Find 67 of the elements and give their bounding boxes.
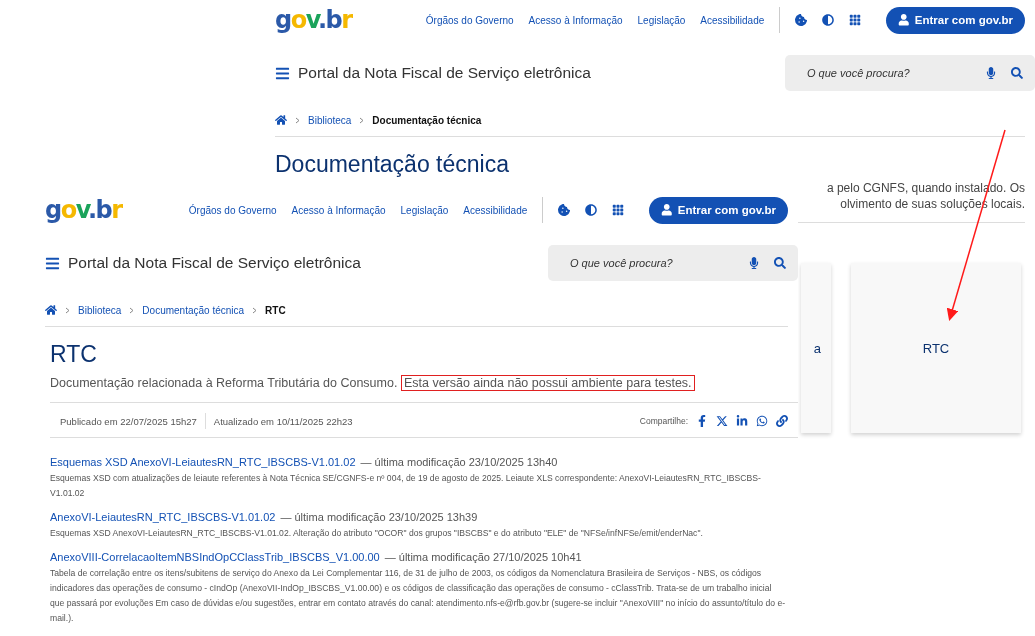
nav-link[interactable]: Órgãos do Governo — [425, 14, 514, 26]
home-icon[interactable] — [275, 114, 287, 126]
microphone-icon[interactable] — [985, 67, 997, 79]
user-icon — [661, 204, 673, 216]
nav-link[interactable]: Acessibilidade — [463, 204, 528, 216]
contrast-icon[interactable] — [822, 14, 835, 26]
search-bar[interactable]: O que você procura? — [785, 55, 1035, 91]
gov-logo: gov.br — [275, 6, 352, 34]
menu-icon[interactable] — [45, 255, 60, 271]
breadcrumb-item[interactable]: RTC — [265, 304, 286, 316]
search-icon[interactable] — [774, 257, 786, 269]
highlighted-note: Esta versão ainda não possui ambiente para testes. — [400, 375, 695, 391]
page-title: Documentação técnica — [275, 151, 510, 178]
contrast-icon[interactable] — [585, 204, 598, 216]
document-description: Esquemas XSD com atualizações de leiaute referentes à Nota Técnica SE/CGNFS-e nº 004, de 19 de agosto de 2025. Leiaute XLS correspondente: AnexoVI-LeiautesRN_RTC_IBSCBS-V1.01.02 — [50, 472, 762, 500]
document-link[interactable]: Esquemas XSD AnexoVI-LeiautesRN_RTC_IBSCBS-V1.01.02 — [50, 456, 356, 468]
modified-date: — última modificação 23/10/2025 13h39 — [280, 511, 478, 523]
breadcrumb-item[interactable]: Documentação técnica — [372, 114, 482, 126]
microphone-icon[interactable] — [748, 257, 760, 269]
document-link[interactable]: AnexoVIII-CorrelacaoItemNBSIndOpCClassTrib_IBSCBS_V1.00.00 — [50, 551, 380, 563]
updated-date: Atualizado em 10/11/2025 22h23 — [213, 415, 353, 427]
published-date: Publicado em 22/07/2025 15h27 — [60, 415, 197, 427]
whatsapp-icon[interactable] — [756, 415, 768, 427]
search-icon[interactable] — [1011, 67, 1023, 79]
link-icon[interactable] — [776, 415, 788, 427]
document-description: Esquemas XSD AnexoVI-LeiautesRN_RTC_IBSCBS-V1.01.02. Alteração do atributo "OCOR" dos grupos "IBSCBS" e do atributo "ELE" de "NFSe/infNFSe/emit/enderNac". — [50, 527, 704, 540]
page-title: RTC — [50, 341, 98, 368]
portal-title: Portal da Nota Fiscal de Serviço eletrônica — [298, 64, 591, 82]
grid-icon[interactable] — [612, 204, 625, 216]
x-icon[interactable] — [716, 415, 728, 427]
category-card[interactable]: RTC — [851, 263, 1021, 433]
modified-date: — última modificação 27/10/2025 10h41 — [384, 551, 582, 563]
breadcrumb-item[interactable]: Documentação técnica — [142, 304, 245, 316]
menu-icon[interactable] — [275, 65, 290, 81]
chevron-icon — [252, 306, 258, 314]
search-field[interactable]: O que você procura? — [568, 256, 734, 270]
login-button[interactable]: Entrar com gov.br — [649, 196, 788, 224]
user-icon — [898, 14, 910, 26]
nav-link[interactable]: Acessibilidade — [700, 14, 765, 26]
cookie-icon[interactable] — [558, 204, 571, 216]
chevron-icon — [65, 306, 70, 314]
login-button[interactable]: Entrar com gov.br — [886, 6, 1025, 34]
nav-link[interactable]: Acesso à Informação — [528, 14, 623, 26]
cookie-icon[interactable] — [795, 14, 808, 26]
chevron-icon — [295, 116, 300, 124]
nav-link[interactable]: Acesso à Informação — [291, 204, 386, 216]
nav-link[interactable]: Legislação — [400, 204, 449, 216]
nav-link[interactable]: Órgãos do Governo — [188, 204, 277, 216]
grid-icon[interactable] — [849, 14, 862, 26]
modified-date: — última modificação 23/10/2025 13h40 — [360, 456, 558, 468]
portal-title: Portal da Nota Fiscal de Serviço eletrônica — [68, 254, 361, 272]
nav-link[interactable]: Legislação — [637, 14, 686, 26]
breadcrumb-item[interactable]: Biblioteca — [308, 114, 352, 126]
document-description: Tabela de correlação entre os itens/subitens de serviço do Anexo da Lei Complementar 116, de 31 de julho de 2003, os códigos da Nomenclatura Brasileira de Serviços - NBS, os códigos indicadores das operações de consumo - cIndOp (AnexoVII-IndOp_IBSCBS_V1.00.00) e os códigos de classificação das operações de consumo - cClassTrib. Trata-se de um trabalho inicial que passará por evoluções Em caso de dúvidas e/ou sugestões, entrar em contato através do canal: atendimento.nfs-e@rfb.gov.br (sugere-se incluir "AnexoVIII" no início do assunto/título do e-mail.). — [50, 567, 787, 625]
home-icon[interactable] — [45, 304, 57, 316]
facebook-icon[interactable] — [696, 415, 708, 427]
category-card[interactable]: a — [801, 263, 831, 433]
linkedin-icon[interactable] — [736, 415, 748, 427]
share-label: Compartilhe: — [639, 416, 688, 426]
gov-logo: gov.br — [45, 196, 122, 224]
document-link[interactable]: AnexoVI-LeiautesRN_RTC_IBSCBS-V1.01.02 — [50, 511, 276, 523]
chevron-icon — [359, 116, 365, 124]
search-field[interactable]: O que você procura? — [805, 66, 971, 80]
breadcrumb-item[interactable]: Biblioteca — [78, 304, 122, 316]
search-bar[interactable]: O que você procura? — [548, 245, 798, 281]
chevron-icon — [129, 306, 135, 314]
page-description: Documentação relacionada à Reforma Tributária do Consumo. Esta versão ainda não possui ambiente para testes. — [50, 376, 798, 390]
